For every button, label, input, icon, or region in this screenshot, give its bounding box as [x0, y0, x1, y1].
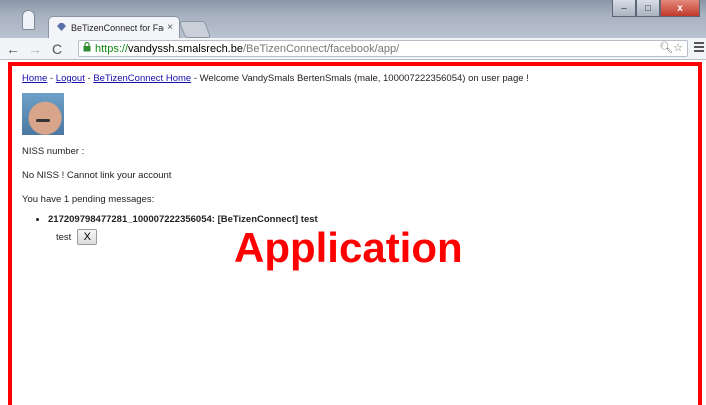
- forward-icon[interactable]: →: [26, 41, 44, 57]
- delete-message-button[interactable]: X: [77, 229, 98, 245]
- new-tab-button[interactable]: [178, 21, 212, 38]
- address-bar[interactable]: https:// vandyssh.smalsrech.be /BeTizenC…: [78, 40, 688, 57]
- message-body: test: [56, 231, 72, 243]
- home-link[interactable]: Home: [22, 73, 47, 84]
- window-controls: – □ x: [612, 0, 700, 17]
- lock-icon: [83, 41, 91, 55]
- back-icon[interactable]: ←: [4, 41, 22, 57]
- niss-label: NISS number :: [22, 146, 85, 157]
- close-window-button[interactable]: x: [660, 0, 700, 17]
- maximize-button[interactable]: □: [636, 0, 660, 17]
- pending-messages-text: You have 1 pending messages:: [22, 194, 155, 205]
- application-annotation: Application: [234, 224, 463, 271]
- minimize-button[interactable]: –: [612, 0, 636, 17]
- profile-icon[interactable]: [22, 10, 35, 30]
- url-path: /BeTizenConnect/facebook/app/: [242, 42, 400, 55]
- browser-titlebar: BeTizenConnect for Faceb × – □ x: [0, 0, 706, 38]
- url-host: vandyssh.smalsrech.be: [128, 42, 243, 55]
- browser-tab[interactable]: BeTizenConnect for Faceb ×: [48, 16, 180, 38]
- avatar: [22, 93, 64, 135]
- welcome-text: - Welcome VandySmals BertenSmals (male, …: [191, 73, 529, 84]
- application-frame: Home - Logout - BeTizenConnect Home - We…: [8, 62, 702, 405]
- url-scheme: https://: [95, 42, 129, 55]
- betizenconnect-home-link[interactable]: BeTizenConnect Home: [93, 73, 191, 84]
- reload-icon[interactable]: C: [48, 41, 66, 57]
- no-niss-message: No NISS ! Cannot link your account: [22, 170, 172, 181]
- tab-close-icon[interactable]: ×: [167, 22, 173, 33]
- nav-separator: -: [47, 73, 56, 84]
- tab-title: BeTizenConnect for Faceb: [71, 22, 164, 33]
- logout-link[interactable]: Logout: [56, 73, 85, 84]
- nav-line: Home - Logout - BeTizenConnect Home - We…: [22, 73, 529, 84]
- browser-toolbar: ← → C https:// vandyssh.smalsrech.be /Be…: [0, 38, 706, 60]
- favicon-icon: [55, 22, 67, 34]
- menu-icon[interactable]: [694, 42, 704, 54]
- zoom-star-icons[interactable]: 🔍︎☆: [659, 41, 683, 54]
- message-item: test X: [56, 229, 98, 245]
